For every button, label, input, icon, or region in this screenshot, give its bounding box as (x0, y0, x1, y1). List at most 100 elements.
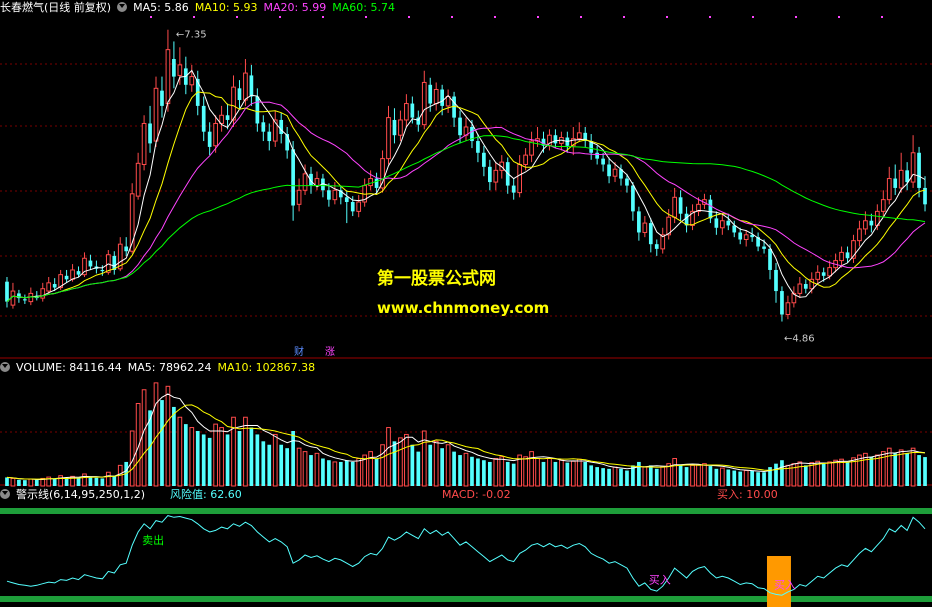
candle-up (910, 152, 916, 183)
candle-down (553, 135, 558, 144)
candle-up (785, 302, 791, 315)
volume-ma10-value: MA10: 102867.38 (217, 361, 316, 374)
volume-bar-up (272, 433, 278, 487)
event-marker-finance: 财 (294, 345, 304, 358)
volume-menu-icon[interactable] (0, 362, 10, 372)
volume-bar-down (774, 463, 778, 486)
volume-bar-up (874, 454, 880, 487)
top-marker (881, 16, 883, 18)
candle-down (476, 141, 480, 153)
volume-bar-up (398, 437, 403, 487)
volume-bar-up (797, 461, 803, 487)
ma60-value: MA60: 5.74 (332, 1, 395, 14)
candle-down (279, 119, 284, 135)
volume-bar-down (654, 468, 659, 486)
candle-up (886, 178, 892, 201)
candle-up (523, 154, 528, 165)
volume-bar-up (219, 427, 224, 487)
volume-bar-up (493, 458, 499, 487)
candle-down (249, 75, 254, 97)
candle-up (189, 76, 195, 86)
top-marker (494, 16, 496, 18)
candle-up (386, 117, 391, 160)
candle-down (23, 299, 27, 301)
volume-bar-up (302, 451, 308, 487)
ma20-value: MA20: 5.99 (263, 1, 327, 14)
volume-bar-down (416, 451, 421, 486)
indicator-header: 警示线(6,14,95,250,1,2) 风险值: 62.60 MACD: -0… (0, 487, 932, 503)
volume-bar-up (332, 461, 338, 487)
candle-down (714, 218, 719, 228)
volume-bar-down (821, 463, 826, 486)
volume-bar-down (803, 465, 808, 486)
volume-bar-down (732, 470, 737, 486)
candle-down (774, 269, 778, 292)
volume-bar-down (160, 400, 164, 486)
volume-bar-down (76, 478, 81, 486)
candle-down (708, 199, 713, 219)
ma10-value: MA10: 5.93 (194, 1, 258, 14)
volume-bar-down (17, 479, 21, 486)
volume-bar-down (344, 460, 349, 486)
candle-down (648, 223, 653, 245)
candle-down (428, 84, 433, 104)
volume-bar-down (100, 478, 105, 486)
volume-bar-up (857, 454, 862, 487)
candle-down (821, 272, 826, 276)
volume-bar-up (910, 447, 916, 487)
candle-down (726, 220, 731, 226)
volume-bar-down (34, 479, 39, 486)
stock-title[interactable]: 长春燃气(日线 前复权) (0, 1, 111, 14)
volume-bar-down (505, 461, 510, 486)
volume-bar-down (261, 441, 266, 486)
candle-down (637, 211, 641, 233)
indicator-name[interactable]: 警示线(6,14,95,250,1,2) (16, 488, 145, 501)
indicator-menu-icon[interactable] (0, 489, 10, 499)
candle-up (898, 169, 904, 189)
volume-bar-down (94, 477, 99, 486)
candle-down (595, 152, 599, 159)
candle-down (487, 166, 492, 183)
volume-bar-down (338, 461, 343, 486)
volume-bar-up (141, 389, 147, 487)
candle-up (827, 267, 832, 277)
volume-bar-down (392, 441, 397, 486)
top-marker (795, 16, 797, 18)
volume-bar-up (809, 462, 815, 487)
candle-up (177, 64, 183, 76)
candle-up (243, 72, 248, 101)
candle-down (172, 59, 176, 77)
candle-down (255, 96, 260, 124)
volume-bar-up (105, 471, 111, 487)
volume-bar-up (672, 458, 677, 487)
candle-up (433, 88, 439, 105)
top-marker (279, 16, 281, 18)
volume-bar-up (642, 466, 648, 487)
volume-bar-up (189, 427, 195, 487)
volume-bar-down (553, 461, 558, 486)
menu-dropdown-icon[interactable] (117, 2, 128, 12)
top-marker (838, 16, 840, 18)
candle-down (261, 122, 266, 132)
volume-bar-down (267, 444, 272, 486)
candle-up (612, 168, 618, 177)
candle-down (124, 246, 129, 252)
volume-bar-down (637, 461, 641, 486)
volume-bar-down (195, 431, 200, 486)
top-marker (451, 16, 453, 18)
volume-bar-up (535, 458, 540, 487)
top-marker (580, 16, 582, 18)
risk-value: 风险值: 62.60 (170, 488, 242, 501)
watermark-url[interactable]: www.chnmoney.com (377, 299, 549, 317)
volume-bar-down (183, 424, 188, 486)
candle-down (654, 244, 659, 249)
candle-up (356, 201, 362, 212)
volume-bar-down (750, 470, 754, 486)
volume-bar-up (690, 464, 695, 487)
volume-bar-up (696, 464, 701, 487)
volume-bar-up (58, 475, 63, 487)
volume-bar-down (458, 455, 462, 486)
volume-bar-up (559, 459, 564, 487)
volume-bar-up (153, 382, 159, 487)
candle-down (803, 284, 808, 289)
